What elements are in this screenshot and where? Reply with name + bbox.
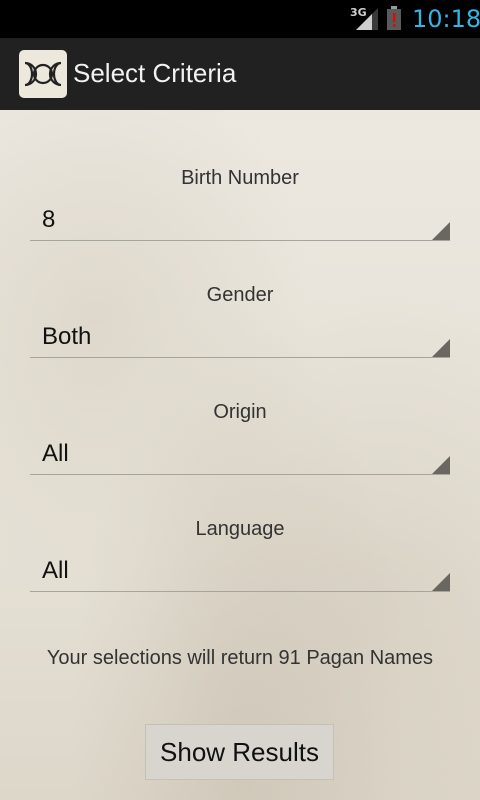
dropdown-arrow-icon [432,222,450,240]
show-results-button[interactable]: Show Results [145,724,334,780]
triple-moon-icon[interactable] [19,50,67,98]
gender-spinner[interactable]: Both [30,321,450,358]
battery-alert-icon [387,6,401,30]
birth-number-spinner[interactable]: 8 [30,204,450,241]
clock: 10:18 [412,5,480,33]
result-count-text: Your selections will return 91 Pagan Nam… [46,647,434,669]
birth-number-label: Birth Number [181,167,299,189]
origin-label: Origin [213,401,267,423]
origin-value: All [42,440,69,467]
page-title: Select Criteria [73,58,237,88]
status-bar: 3G 10:18 [0,0,480,38]
language-label: Language [195,518,285,540]
origin-spinner[interactable]: All [30,438,450,475]
language-spinner[interactable]: All [30,555,450,592]
dropdown-arrow-icon [432,573,450,591]
birth-number-value: 8 [42,206,56,233]
screen: 3G 10:18 Select Criteria Birth Number 8 … [0,0,480,800]
gender-value: Both [42,323,92,350]
signal-icon [356,8,378,30]
dropdown-arrow-icon [432,339,450,357]
gender-label: Gender [206,284,274,306]
dropdown-arrow-icon [432,456,450,474]
language-value: All [42,557,69,584]
action-bar: Select Criteria [0,38,480,112]
